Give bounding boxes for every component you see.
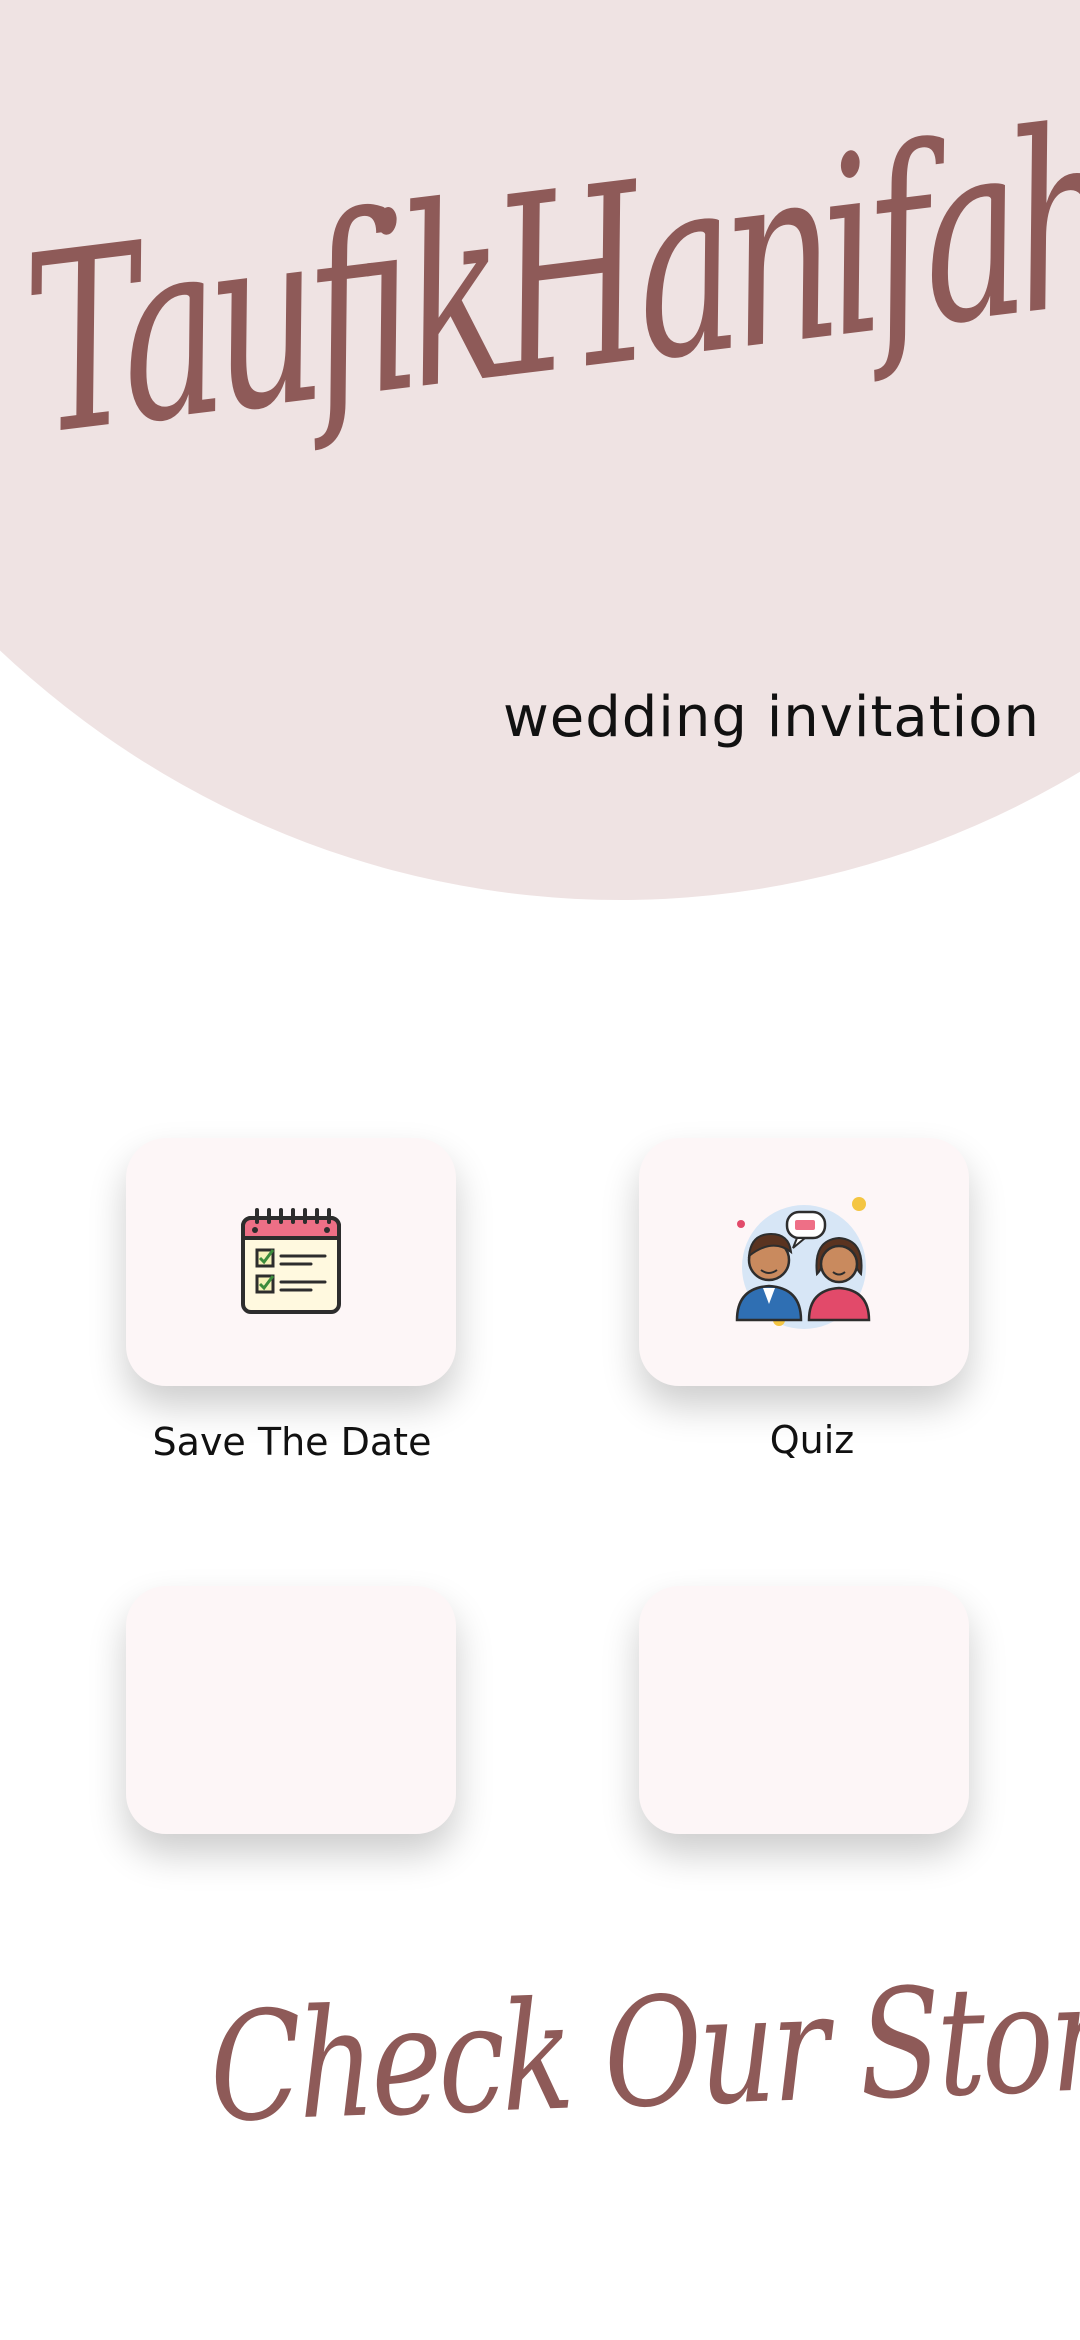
invitation-page: TaufikHanifah wedding invitation Save Th… xyxy=(0,0,1080,2340)
save-the-date-label[interactable]: Save The Date xyxy=(92,1420,492,1464)
quiz-card[interactable] xyxy=(639,1138,969,1386)
quiz-label[interactable]: Quiz xyxy=(612,1418,1012,1462)
calendar-checklist-icon xyxy=(241,1208,341,1314)
invitation-subtitle: wedding invitation xyxy=(502,685,1040,750)
couple-chat-icon xyxy=(735,1197,871,1329)
check-our-story-link[interactable]: Check Our Story xyxy=(207,1949,1080,2156)
menu-card-4[interactable] xyxy=(639,1586,969,1834)
save-the-date-card[interactable] xyxy=(126,1138,456,1386)
menu-card-3[interactable] xyxy=(126,1586,456,1834)
